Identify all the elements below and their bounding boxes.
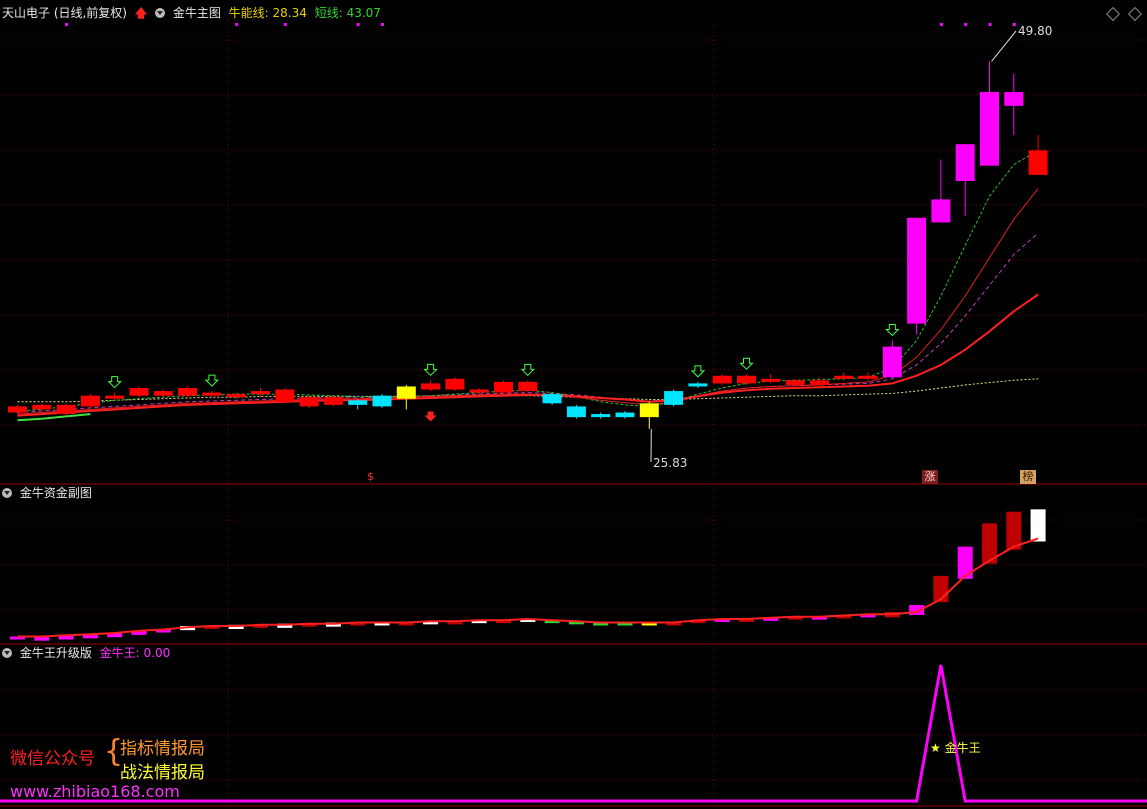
candle-body (494, 381, 513, 393)
fund-bar (1030, 509, 1046, 542)
sell-arrow-icon (424, 411, 437, 422)
watermark-line1: 指标情报局 (120, 739, 205, 759)
candle-body (688, 383, 708, 387)
candle-body (931, 199, 951, 223)
candle-body (664, 391, 684, 405)
watermark-wechat: 微信公众号 (10, 749, 95, 769)
dropdown-circle-icon[interactable] (2, 648, 12, 658)
candle-body (615, 412, 635, 418)
candle-body (1028, 150, 1048, 175)
candle-body (323, 397, 343, 405)
candle-body (8, 406, 27, 413)
bull-line-value: 牛能线: 28.34 (228, 6, 307, 20)
watermark-url: www.zhibiao168.com (10, 782, 180, 801)
candle-body (153, 391, 173, 396)
candle-body (129, 388, 149, 396)
buy-arrow-icon (107, 376, 122, 389)
high-price-label: 49.80 (1018, 24, 1053, 38)
signal-dot (356, 23, 360, 26)
sub1-indicator-name[interactable]: 金牛资金副图 (20, 486, 92, 500)
candle-body (178, 388, 198, 396)
candle-body (275, 389, 295, 402)
high-pointer (991, 30, 1017, 62)
candle-body (56, 404, 76, 415)
signal-dot (964, 23, 968, 26)
candle-body (980, 92, 999, 166)
sub-chart-2-header: 金牛王升级版 金牛王: 0.00 (2, 644, 174, 662)
candle-body (566, 406, 586, 418)
candle-body (421, 383, 441, 390)
candle-body (445, 378, 465, 390)
watermark-line2: 战法情报局 (120, 763, 205, 783)
buy-arrow-icon (885, 323, 900, 337)
signal-dot (988, 23, 992, 26)
candle-body (80, 395, 100, 407)
zhang-badge[interactable]: 涨 (922, 470, 938, 484)
candle-body (202, 392, 222, 396)
candle-body (639, 403, 659, 418)
candle-body (226, 394, 246, 398)
signal-dot (939, 23, 943, 26)
candle-body (299, 397, 319, 407)
buy-arrow-icon (423, 363, 438, 377)
candle-body (251, 391, 270, 395)
candle-body (882, 346, 902, 378)
buy-arrow-icon (520, 363, 536, 377)
candle-body (858, 375, 878, 379)
candle-body (469, 389, 489, 393)
sub-chart-1-header: 金牛资金副图 (2, 484, 96, 502)
candle-body (542, 394, 562, 404)
bang-badge[interactable]: 榜 (1020, 470, 1036, 484)
buy-arrow-icon (739, 357, 754, 370)
short-line-value: 短线: 43.07 (314, 6, 381, 20)
candle-body (907, 217, 927, 324)
buy-arrow-icon (204, 374, 220, 387)
candle-body (737, 375, 756, 384)
candle-body (834, 375, 854, 379)
candle-body (591, 414, 611, 418)
king-value: 金牛王: 0.00 (99, 646, 171, 660)
signal-dot (283, 23, 287, 26)
up-arrow-icon: 🡅 (134, 6, 148, 20)
stock-title[interactable]: 天山电子 (日线,前复权) (2, 6, 127, 20)
king-star-label: ★ 金牛王 (930, 741, 981, 755)
candle-body (396, 386, 416, 399)
candle-body (761, 378, 781, 382)
candle-body (1004, 92, 1024, 106)
s-badge: $ (367, 470, 374, 483)
dropdown-circle-icon[interactable] (155, 8, 165, 18)
signal-dot (381, 23, 384, 26)
chart-canvas (0, 20, 1147, 807)
candle-body (105, 395, 125, 399)
buy-arrow-icon (690, 365, 706, 378)
candle-body (712, 375, 732, 384)
sub2-indicator-name[interactable]: 金牛王升级版 (20, 646, 92, 660)
candle-body (348, 400, 368, 405)
low-price-label: 25.83 (653, 456, 688, 470)
dropdown-circle-icon[interactable] (2, 488, 12, 498)
candle-body (32, 404, 52, 410)
candle-body (785, 380, 805, 385)
fund-bar (957, 546, 973, 579)
candle-body (809, 380, 829, 385)
candle-body (955, 144, 975, 181)
candle-body (372, 395, 392, 407)
signal-dot (235, 23, 239, 26)
candle-body (518, 381, 538, 392)
main-indicator-name[interactable]: 金牛主图 (173, 6, 221, 20)
signal-dot (1012, 23, 1016, 26)
signal-dot (65, 23, 69, 26)
main-chart-header: 天山电子 (日线,前复权) 🡅 金牛主图 牛能线: 28.34 短线: 43.0… (2, 4, 385, 22)
